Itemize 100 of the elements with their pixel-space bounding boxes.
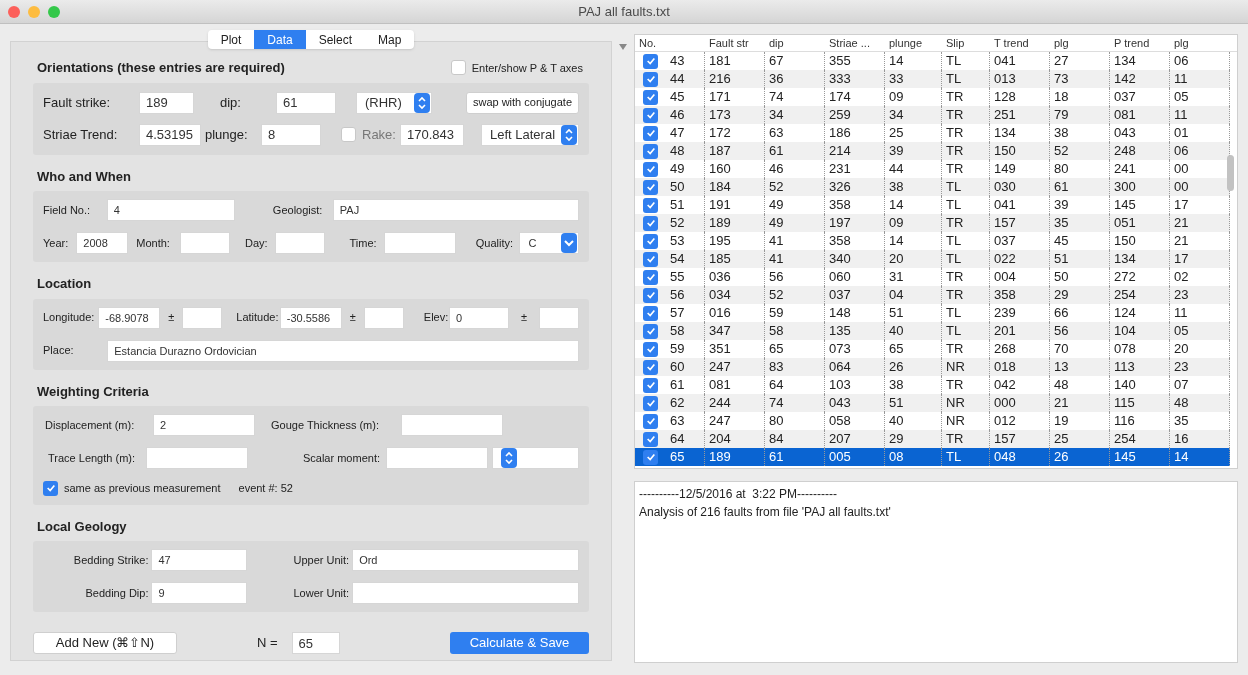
table-row[interactable]: 62 244 74 043 51 NR 000 21 115 48	[635, 394, 1230, 412]
table-row[interactable]: 64 204 84 207 29 TR 157 25 254 16	[635, 430, 1230, 448]
input-field[interactable]	[539, 306, 579, 329]
field-label: Fault strike:	[43, 93, 112, 112]
table-row[interactable]: 65 189 61 005 08 TL 048 26 145 14	[635, 448, 1230, 466]
input-field[interactable]: 4.53195	[139, 123, 201, 146]
checkbox[interactable]	[643, 143, 658, 159]
swap-conjugate-button[interactable]: swap with conjugate	[465, 91, 579, 114]
input-field[interactable]	[146, 447, 249, 469]
checkbox[interactable]	[643, 305, 658, 321]
input-field[interactable]: 61	[276, 91, 336, 114]
input-field[interactable]: 170.843	[399, 123, 464, 146]
input-field[interactable]: 2008	[76, 232, 129, 254]
checkbox[interactable]	[341, 127, 356, 142]
checkbox[interactable]	[643, 431, 658, 447]
input-field[interactable]: 189	[139, 91, 194, 114]
column-header[interactable]: T trend	[990, 35, 1050, 52]
input-field[interactable]: 2	[153, 414, 255, 436]
column-header[interactable]: plg	[1050, 35, 1110, 52]
dropdown[interactable]: (RHR)	[356, 91, 432, 114]
column-header[interactable]: Fault str	[705, 35, 765, 52]
table-row[interactable]: 54 185 41 340 20 TL 022 51 134 17	[635, 250, 1230, 268]
field-label: ±	[349, 310, 356, 326]
checkbox[interactable]	[643, 251, 658, 267]
dropdown[interactable]: Left Lateral	[481, 123, 579, 146]
input-field[interactable]	[182, 306, 223, 329]
checkbox[interactable]	[643, 161, 658, 177]
input-field[interactable]	[383, 232, 456, 254]
checkmark-icon	[645, 182, 656, 192]
column-header[interactable]: plunge	[885, 35, 942, 52]
checkbox[interactable]	[643, 287, 658, 303]
checkbox[interactable]	[450, 60, 466, 76]
tab[interactable]: Plot	[207, 30, 255, 49]
column-header[interactable]: No.	[635, 35, 705, 52]
table-row[interactable]: 58 347 58 135 40 TL 201 56 104 05	[635, 322, 1230, 340]
checkbox[interactable]	[643, 359, 658, 375]
input-field[interactable]: 8	[261, 123, 321, 146]
checkbox[interactable]	[643, 89, 658, 105]
calculate-save-button[interactable]: Calculate & Save	[450, 632, 589, 654]
close-icon[interactable]	[8, 5, 20, 18]
checkbox[interactable]	[643, 323, 658, 339]
tab[interactable]: Data	[254, 30, 306, 49]
input-field[interactable]: Ord	[352, 549, 579, 571]
section-title: Orientations (these entries are required)	[37, 59, 285, 77]
add-new-button[interactable]: Add New (⌘⇧N)	[33, 632, 177, 654]
column-header[interactable]: dip	[765, 35, 825, 52]
checkbox[interactable]	[643, 53, 658, 69]
checkbox[interactable]	[643, 107, 658, 123]
input-field[interactable]: -30.5586	[279, 306, 342, 329]
input-field[interactable]	[352, 582, 579, 604]
input-field[interactable]: 9	[151, 582, 248, 604]
table-row[interactable]: 46 173 34 259 34 TR 251 79 081 11	[635, 106, 1230, 124]
checkbox[interactable]	[643, 179, 658, 195]
table-row[interactable]: 44 216 36 333 33 TL 013 73 142 11	[635, 70, 1230, 88]
table-row[interactable]: 48 187 61 214 39 TR 150 52 248 06	[635, 142, 1230, 160]
field-label: Field No.:	[43, 202, 92, 218]
input-field[interactable]	[275, 232, 326, 254]
disclosure-triangle-icon[interactable]	[619, 44, 627, 50]
checkbox[interactable]	[643, 233, 658, 249]
input-field[interactable]: -68.9078	[98, 306, 161, 329]
tab[interactable]: Map	[365, 30, 415, 49]
column-header[interactable]: P trend	[1110, 35, 1170, 52]
scrollbar-thumb[interactable]	[1227, 155, 1234, 191]
checkbox[interactable]	[643, 395, 658, 411]
table-row[interactable]: 56 034 52 037 04 TR 358 29 254 23	[635, 286, 1230, 304]
input-field[interactable]: PAJ	[332, 199, 579, 221]
tab[interactable]: Select	[305, 30, 366, 49]
checkbox[interactable]	[643, 341, 658, 357]
dropdown[interactable]	[492, 447, 579, 469]
checkbox[interactable]	[643, 449, 658, 465]
checkbox[interactable]	[643, 125, 658, 141]
dropdown[interactable]: C	[519, 232, 579, 254]
input-field[interactable]: 4	[106, 199, 235, 221]
input-field[interactable]	[401, 414, 503, 436]
column-header[interactable]: plg	[1170, 35, 1230, 52]
table-row[interactable]: 50 184 52 326 38 TL 030 61 300 00	[635, 178, 1230, 196]
input-field[interactable]	[363, 306, 404, 329]
checkbox[interactable]	[643, 71, 658, 87]
checkmark-icon	[645, 434, 656, 444]
table-row[interactable]: 60 247 83 064 26 NR 018 13 113 23	[635, 358, 1230, 376]
checkbox[interactable]	[643, 215, 658, 231]
input-field[interactable]: 0	[448, 306, 509, 329]
checkbox[interactable]	[643, 413, 658, 429]
field-label: Bedding Dip:	[84, 585, 150, 601]
table-cell: 14	[1170, 448, 1230, 466]
checkbox[interactable]	[643, 269, 658, 285]
input-field[interactable]: Estancia Durazno Ordovician	[107, 339, 579, 362]
input-field[interactable]	[180, 232, 231, 254]
input-field[interactable]: 65	[291, 632, 340, 654]
checkbox[interactable]	[643, 197, 658, 213]
input-field[interactable]: 47	[151, 549, 248, 571]
checkbox[interactable]	[643, 377, 658, 393]
column-header[interactable]: Striae ...	[825, 35, 885, 52]
table-cell-text: 60	[670, 358, 685, 377]
table-cell-text: 61	[670, 376, 685, 395]
table-cell: 005	[825, 448, 885, 466]
column-header[interactable]: Slip	[942, 35, 990, 52]
table-row[interactable]: 52 189 49 197 09 TR 157 35 051 21	[635, 214, 1230, 232]
input-field[interactable]	[386, 447, 488, 469]
checkbox[interactable]	[43, 480, 58, 496]
